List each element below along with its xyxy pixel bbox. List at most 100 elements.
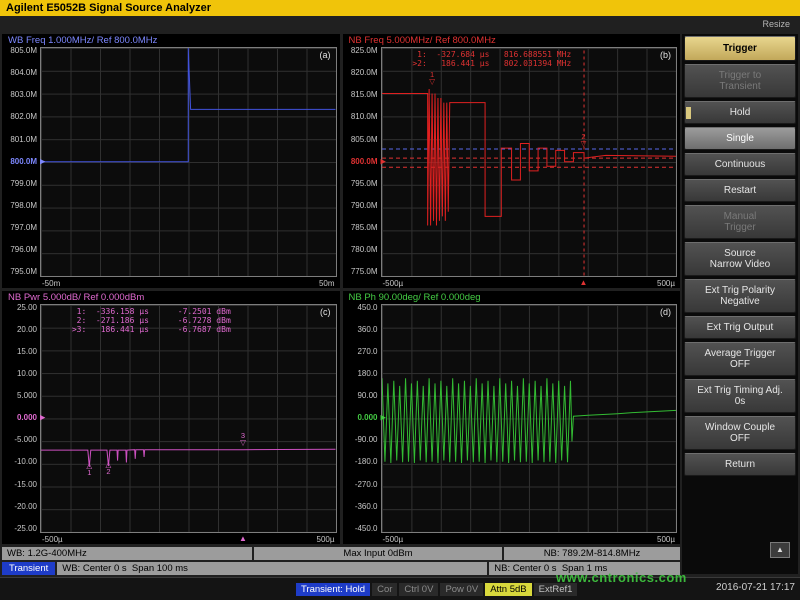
trace-marker-1: 1▽ <box>429 71 435 85</box>
nb-freq-trace <box>382 89 677 226</box>
softkey-single[interactable]: Single <box>684 127 796 150</box>
y-tick-label: 270.0 <box>357 348 377 356</box>
y-tick-label: 805.0M <box>351 136 378 144</box>
y-tick-label: 825.0M <box>351 47 378 55</box>
y-tick-label: -180.0 <box>355 458 378 466</box>
softkey-window-couple-off[interactable]: Window CoupleOFF <box>684 416 796 450</box>
y-tick-label: -360.0 <box>355 503 378 511</box>
softkey-ext-trig-polarity-negative[interactable]: Ext Trig PolarityNegative <box>684 279 796 313</box>
y-tick-label: 800.0M <box>351 158 378 166</box>
y-tick-label: 799.0M <box>10 180 37 188</box>
softkey-manual-trigger: ManualTrigger <box>684 205 796 239</box>
panel-nb-phase[interactable]: NB Ph 90.00deg/ Ref 0.000deg 450.0 360.0 2… <box>343 291 681 545</box>
panel-nb-freq[interactable]: NB Freq 5.000MHz/ Ref 800.0MHz 825.0M820… <box>343 34 681 288</box>
panel-nb-freq-title: NB Freq 5.000MHz/ Ref 800.0MHz <box>345 35 678 47</box>
x-max-label: 500µ <box>317 535 335 544</box>
clock: 2016-07-21 17:17 <box>716 582 795 593</box>
y-tick-label: -25.00 <box>14 525 37 533</box>
x-min-label: -50m <box>42 279 60 288</box>
y-tick-label: 90.00 <box>357 392 377 400</box>
y-tick-label: -90.00 <box>355 436 378 444</box>
y-tick-label: 804.0M <box>10 69 37 77</box>
x-max-label: 500µ <box>657 279 675 288</box>
panel-wb-freq-plot[interactable]: (a) ▶ <box>40 47 337 277</box>
resize-button[interactable]: Resize <box>762 19 790 29</box>
softkey-source-narrow-video[interactable]: SourceNarrow Video <box>684 242 796 276</box>
panel-label-c: (c) <box>320 307 331 317</box>
nb-pwr-trace <box>41 449 336 467</box>
trace-marker-1: △1 <box>86 462 92 476</box>
y-tick-label: 450.0 <box>357 304 377 312</box>
panel-nb-phase-title: NB Ph 90.00deg/ Ref 0.000deg <box>345 292 678 304</box>
x-min-label: -500µ <box>383 535 404 544</box>
status-transient-hold: Transient: Hold <box>296 583 370 596</box>
trace-marker-3: 3▽ <box>240 432 246 446</box>
softkey-ext-trig-timing-adj-0s[interactable]: Ext Trig Timing Adj.0s <box>684 379 796 413</box>
panel-nb-power-plot[interactable]: (c) 1: -336.158 µs -7.2501 dBm 2: -271.1… <box>40 304 337 534</box>
softkey-average-trigger-off[interactable]: Average TriggerOFF <box>684 342 796 376</box>
softkey-trigger-to-transient: Trigger toTransient <box>684 64 796 98</box>
ref-level-marker-icon: ▶ <box>40 158 45 165</box>
y-tick-label: 798.0M <box>10 202 37 210</box>
y-tick-label: 785.0M <box>351 224 378 232</box>
status-cor: Cor <box>372 583 397 596</box>
y-tick-label: 775.0M <box>351 268 378 276</box>
status-ctrl: Ctrl 0V <box>399 583 438 596</box>
panel-nb-phase-y-axis: 450.0360.0270.0180.090.000.000-90.00-180… <box>345 304 381 534</box>
softkey-trigger[interactable]: Trigger <box>684 36 796 61</box>
wb-freq-trace <box>41 48 336 162</box>
y-tick-label: 360.0 <box>357 326 377 334</box>
softkey-return[interactable]: Return <box>684 453 796 476</box>
range-info-bar: WB: 1.2G-400MHz Max Input 0dBm NB: 789.2… <box>2 547 680 560</box>
y-tick-label: 790.0M <box>351 202 378 210</box>
panel-nb-phase-trace <box>382 305 677 533</box>
mode-badge: Transient <box>2 562 55 575</box>
x-min-label: -500µ <box>383 279 404 288</box>
panel-nb-power-title: NB Pwr 5.000dB/ Ref 0.000dBm <box>4 292 337 304</box>
panel-wb-freq-x-axis: -50m 50m <box>4 277 337 288</box>
panel-nb-power-x-axis: -500µ 500µ <box>4 533 337 544</box>
x-min-label: -500µ <box>42 535 63 544</box>
ref-level-marker-icon: ▶ <box>40 415 45 422</box>
panel-label-d: (d) <box>660 307 671 317</box>
ref-level-marker-icon: ▶ <box>381 415 386 422</box>
y-tick-label: -10.00 <box>14 458 37 466</box>
x-max-label: 50m <box>319 279 335 288</box>
status-pow: Pow 0V <box>440 583 483 596</box>
y-tick-label: 796.0M <box>10 246 37 254</box>
instrument-screen: Agilent E5052B Signal Source Analyzer Re… <box>0 0 800 600</box>
window-title: Agilent E5052B Signal Source Analyzer <box>0 0 800 16</box>
y-tick-label: 795.0M <box>10 268 37 276</box>
panel-nb-phase-plot[interactable]: (d) ▶ <box>381 304 678 534</box>
nb-range-info: NB: 789.2M-814.8MHz <box>504 547 680 560</box>
softkey-continuous[interactable]: Continuous <box>684 153 796 176</box>
panel-nb-power[interactable]: NB Pwr 5.000dB/ Ref 0.000dBm 25.0020.001… <box>2 291 340 545</box>
active-key-indicator <box>686 107 691 119</box>
panel-wb-freq[interactable]: WB Freq 1.000MHz/ Ref 800.0MHz 805.0M804… <box>2 34 340 288</box>
y-tick-label: 797.0M <box>10 224 37 232</box>
y-tick-label: 802.0M <box>10 113 37 121</box>
y-tick-label: -5.000 <box>14 436 37 444</box>
panel-nb-freq-y-axis: 825.0M820.0M815.0M810.0M805.0M800.0M795.… <box>345 47 381 277</box>
wb-range-info: WB: 1.2G-400MHz <box>2 547 252 560</box>
panel-nb-power-y-axis: 25.0020.0015.0010.005.0000.000-5.000-10.… <box>4 304 40 534</box>
softkey-ext-trig-output[interactable]: Ext Trig Output <box>684 316 796 339</box>
softkey-scroll-up-button[interactable]: ▲ <box>770 542 790 558</box>
softkey-hold[interactable]: Hold <box>684 101 796 124</box>
panel-nb-phase-x-axis: -500µ 500µ <box>345 533 678 544</box>
y-tick-label: 0.000 <box>17 414 37 422</box>
panel-nb-freq-plot[interactable]: (b) 1: -327.684 µs 816.688551 MHz >2: 18… <box>381 47 678 277</box>
y-tick-label: 5.000 <box>17 392 37 400</box>
panel-nb-freq-trace <box>382 48 677 276</box>
plot-grid: WB Freq 1.000MHz/ Ref 800.0MHz 805.0M804… <box>2 34 680 544</box>
softkey-restart[interactable]: Restart <box>684 179 796 202</box>
y-tick-label: 805.0M <box>10 47 37 55</box>
y-tick-label: 801.0M <box>10 136 37 144</box>
y-tick-label: 795.0M <box>351 180 378 188</box>
y-tick-label: 15.00 <box>17 348 37 356</box>
ref-level-marker-icon: ▶ <box>381 158 386 165</box>
axis-marker-icon: ▲ <box>580 278 588 287</box>
wb-sweep-info: WB: Center 0 s Span 100 ms <box>57 562 487 575</box>
x-max-label: 500µ <box>657 535 675 544</box>
y-tick-label: 25.00 <box>17 304 37 312</box>
